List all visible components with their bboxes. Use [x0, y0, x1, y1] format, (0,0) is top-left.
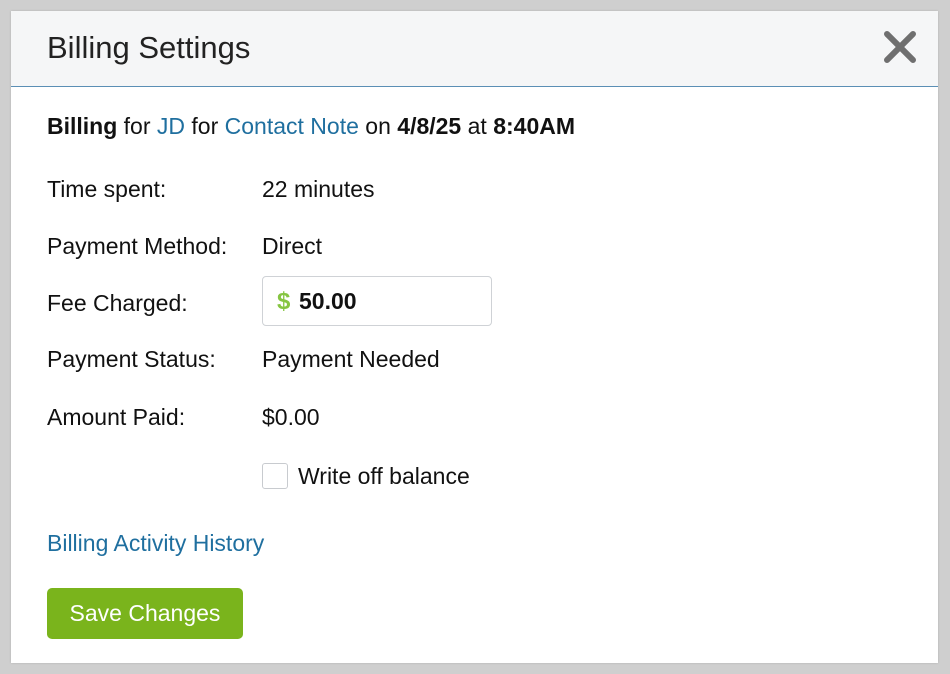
- summary-time: 8:40AM: [493, 113, 576, 139]
- amount-paid-label: Amount Paid:: [47, 404, 186, 430]
- fee-charged-label: Fee Charged:: [47, 290, 188, 316]
- dialog-title: Billing Settings: [47, 30, 251, 65]
- client-link[interactable]: JD: [157, 113, 185, 139]
- billing-settings-dialog: Billing Settings Billing for JD for Cont…: [11, 11, 938, 663]
- fee-charged-field[interactable]: $: [262, 276, 492, 326]
- summary-date: 4/8/25: [397, 113, 462, 139]
- fee-charged-input[interactable]: [299, 285, 479, 317]
- payment-method-value: Direct: [262, 233, 323, 259]
- billing-activity-history-link[interactable]: Billing Activity History: [47, 529, 264, 557]
- write-off-label[interactable]: Write off balance: [298, 462, 470, 490]
- payment-status-value: Payment Needed: [262, 346, 440, 372]
- dialog-header: Billing Settings: [11, 11, 938, 87]
- time-spent-label: Time spent:: [47, 176, 167, 202]
- amount-paid-value: $0.00: [262, 404, 320, 430]
- summary-on: on: [365, 113, 391, 139]
- summary-for-1: for: [123, 113, 151, 139]
- summary-at: at: [467, 113, 487, 139]
- save-changes-button[interactable]: Save Changes: [47, 588, 243, 639]
- billing-summary: Billing for JD for Contact Note on 4/8/2…: [47, 112, 575, 140]
- dollar-sign-icon: $: [277, 288, 291, 315]
- time-spent-value: 22 minutes: [262, 176, 375, 202]
- note-type-link[interactable]: Contact Note: [225, 113, 359, 139]
- billing-label: Billing: [47, 113, 118, 139]
- summary-for-2: for: [191, 113, 219, 139]
- payment-status-label: Payment Status:: [47, 346, 216, 372]
- close-icon[interactable]: [882, 29, 918, 65]
- close-x-icon: [884, 31, 916, 63]
- write-off-checkbox[interactable]: [262, 463, 288, 489]
- payment-method-label: Payment Method:: [47, 233, 228, 259]
